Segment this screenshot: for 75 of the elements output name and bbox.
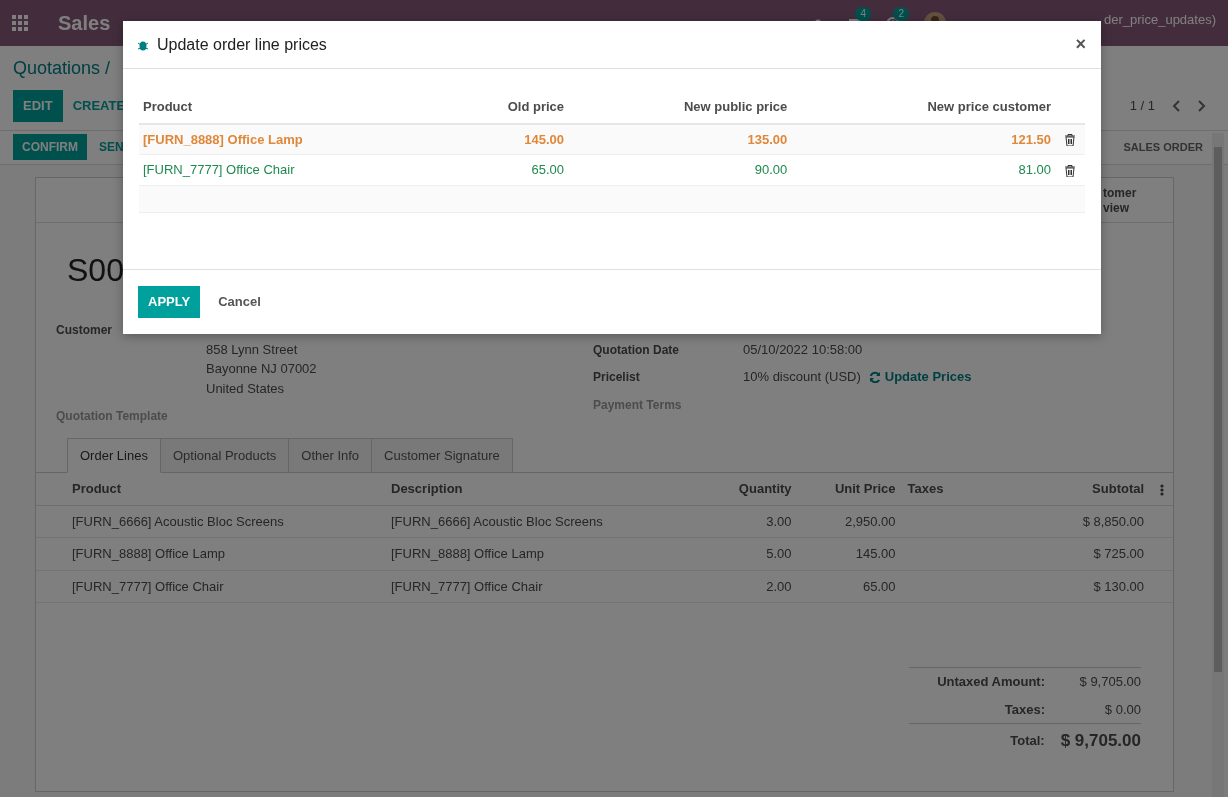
table-cell: [FURN_6666] Acoustic Bloc Screens — [72, 513, 284, 529]
counter-badge: 4 — [855, 7, 871, 22]
address-line: Bayonne NJ 07002 — [206, 360, 317, 379]
chevron-left-icon[interactable] — [1171, 99, 1181, 112]
table-cell: 5.00 — [766, 546, 792, 562]
total-value: $ 9,705.00 — [1078, 673, 1141, 692]
kebab-menu-icon[interactable] — [1159, 483, 1164, 496]
table-cell: [FURN_7777] Office Chair — [72, 578, 224, 594]
table-cell: 65.00 — [531, 162, 565, 177]
dialog-title: Update order line prices — [157, 34, 327, 55]
field-value: 10% discount (USD) — [743, 368, 861, 387]
field-label: Pricelist — [593, 370, 640, 385]
column-header: Quantity — [705, 472, 798, 506]
tab[interactable]: Order Lines — [67, 437, 161, 474]
table-cell: 121.50 — [1011, 131, 1051, 147]
total-label: Untaxed Amount: — [937, 673, 1045, 692]
tab[interactable]: Other Info — [288, 437, 373, 473]
chevron-right-icon[interactable] — [1197, 99, 1207, 112]
field-label: Quotation Date — [593, 342, 679, 357]
tab[interactable]: Customer Signature — [371, 437, 513, 473]
counter-badge: 2 — [893, 7, 909, 22]
table-cell: [FURN_8888] Office Lamp — [143, 131, 303, 147]
action-button[interactable]: SEN — [87, 134, 133, 160]
cancel-button[interactable]: Cancel — [208, 286, 271, 318]
status-stage[interactable]: SALES ORDER — [1103, 138, 1215, 156]
table-cell: [FURN_8888] Office Lamp — [391, 546, 544, 562]
pager-value: 1 / 1 — [1129, 97, 1155, 115]
field-label: Customer — [56, 322, 112, 337]
address-line: United States — [206, 379, 286, 398]
total-value: $ 9,705.00 — [1060, 730, 1141, 753]
total-label: Total: — [1010, 732, 1045, 751]
column-header: Unit Price — [797, 472, 902, 506]
table-cell: 145.00 — [855, 546, 896, 562]
table-cell: 3.00 — [766, 513, 792, 529]
table-cell: $ 8,850.00 — [1082, 513, 1145, 529]
table-cell: 65.00 — [863, 578, 896, 594]
column-header: Taxes — [901, 472, 971, 506]
apps-menu-icon[interactable] — [12, 15, 28, 31]
table-cell: 81.00 — [1018, 162, 1051, 177]
table-cell: $ 725.00 — [1093, 546, 1145, 562]
table-cell: [FURN_6666] Acoustic Bloc Screens — [391, 513, 603, 529]
total-label: Taxes: — [1004, 700, 1045, 719]
table-cell: $ 130.00 — [1093, 578, 1145, 594]
table-cell: [FURN_7777] Office Chair — [143, 162, 295, 177]
address-line: 858 Lynn Street — [206, 340, 299, 359]
scrollbar-thumb[interactable] — [1214, 147, 1222, 672]
table-cell: 2,950.00 — [844, 513, 896, 529]
column-header: Product — [36, 472, 385, 506]
create-button[interactable]: CREATE — [62, 90, 136, 122]
update-prices-link[interactable]: Update Prices — [868, 367, 972, 387]
trash-icon[interactable] — [1065, 134, 1075, 147]
column-header: Product — [139, 91, 439, 124]
action-button[interactable]: CONFIRM — [13, 134, 87, 160]
total-value: $ 0.00 — [1103, 700, 1141, 719]
trash-icon[interactable] — [1065, 164, 1075, 177]
field-value: 05/10/2022 10:58:00 — [743, 340, 863, 359]
record-title: S00 — [67, 251, 124, 288]
user-name[interactable]: der_price_updates) — [1103, 10, 1216, 30]
table-cell: 135.00 — [747, 131, 788, 147]
table-cell: 2.00 — [766, 578, 792, 594]
app-name[interactable]: Sales — [58, 8, 111, 38]
refresh-icon — [868, 370, 881, 383]
table-cell: [FURN_7777] Office Chair — [391, 578, 543, 594]
table-cell: 90.00 — [754, 162, 788, 177]
column-header: New public price — [568, 91, 792, 124]
edit-button[interactable]: EDIT — [13, 90, 63, 122]
apply-button[interactable]: APPLY — [138, 286, 201, 318]
tab[interactable]: Optional Products — [159, 437, 290, 473]
table-cell: [FURN_8888] Office Lamp — [72, 546, 225, 562]
close-button[interactable]: × — [1074, 30, 1087, 59]
column-header: Old price — [439, 91, 569, 124]
column-header: Subtotal — [970, 472, 1151, 506]
table-cell: 145.00 — [524, 131, 565, 147]
column-header: Description — [385, 472, 705, 506]
column-header: New price customer — [791, 91, 1055, 124]
